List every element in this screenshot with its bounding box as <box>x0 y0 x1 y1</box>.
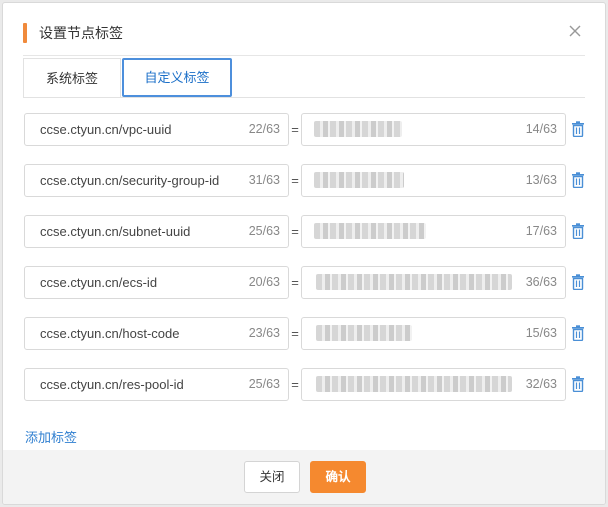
redacted-value <box>316 376 512 392</box>
label-key-input[interactable]: ccse.ctyun.cn/ecs-id 20/63 <box>24 266 289 299</box>
tabs-divider <box>23 97 585 98</box>
trash-icon[interactable] <box>571 223 585 239</box>
header-divider <box>23 55 585 56</box>
equals-sign: = <box>291 275 299 290</box>
trash-icon[interactable] <box>571 376 585 392</box>
equals-sign: = <box>291 173 299 188</box>
label-tabs: 系统标签 自定义标签 <box>23 58 587 98</box>
redacted-value <box>316 274 512 290</box>
confirm-button[interactable]: 确认 <box>310 461 366 493</box>
set-node-labels-dialog: 设置节点标签 系统标签 自定义标签 ccse.ctyun.cn/vpc-uuid… <box>2 2 606 505</box>
label-row: ccse.ctyun.cn/subnet-uuid 25/63 = 17/63 <box>24 215 584 248</box>
redacted-value <box>314 121 402 137</box>
dialog-footer: 关闭 确认 <box>3 450 605 504</box>
label-value-input[interactable]: 14/63 <box>301 113 566 146</box>
label-row: ccse.ctyun.cn/ecs-id 20/63 = 36/63 <box>24 266 584 299</box>
label-row: ccse.ctyun.cn/host-code 23/63 = 15/63 <box>24 317 584 350</box>
label-key-input[interactable]: ccse.ctyun.cn/subnet-uuid 25/63 <box>24 215 289 248</box>
label-key-count: 31/63 <box>248 173 280 187</box>
label-key-count: 25/63 <box>248 377 280 391</box>
label-key-text: ccse.ctyun.cn/security-group-id <box>40 173 220 188</box>
label-value-input[interactable]: 13/63 <box>301 164 566 197</box>
label-key-input[interactable]: ccse.ctyun.cn/security-group-id 31/63 <box>24 164 289 197</box>
label-key-text: ccse.ctyun.cn/vpc-uuid <box>40 122 172 137</box>
label-key-count: 20/63 <box>248 275 280 289</box>
trash-icon[interactable] <box>571 274 585 290</box>
label-value-input[interactable]: 36/63 <box>301 266 566 299</box>
label-key-count: 22/63 <box>248 122 280 136</box>
label-value-count: 15/63 <box>525 326 557 340</box>
equals-sign: = <box>291 326 299 341</box>
tab-custom-labels[interactable]: 自定义标签 <box>122 58 232 97</box>
label-key-text: ccse.ctyun.cn/res-pool-id <box>40 377 184 392</box>
title-accent-bar <box>23 23 27 43</box>
label-value-count: 36/63 <box>525 275 557 289</box>
close-icon[interactable] <box>565 21 585 41</box>
label-row: ccse.ctyun.cn/vpc-uuid 22/63 = 14/63 <box>24 113 584 146</box>
label-key-count: 23/63 <box>248 326 280 340</box>
close-button[interactable]: 关闭 <box>244 461 300 493</box>
redacted-value <box>316 325 412 341</box>
dialog-header: 设置节点标签 <box>3 3 605 55</box>
label-value-count: 13/63 <box>525 173 557 187</box>
label-row: ccse.ctyun.cn/security-group-id 31/63 = … <box>24 164 584 197</box>
label-key-text: ccse.ctyun.cn/subnet-uuid <box>40 224 191 239</box>
label-row: ccse.ctyun.cn/res-pool-id 25/63 = 32/63 <box>24 368 584 401</box>
trash-icon[interactable] <box>571 325 585 341</box>
label-key-text: ccse.ctyun.cn/ecs-id <box>40 275 158 290</box>
trash-icon[interactable] <box>571 172 585 188</box>
label-value-input[interactable]: 17/63 <box>301 215 566 248</box>
tab-system-labels[interactable]: 系统标签 <box>23 58 121 97</box>
label-value-count: 32/63 <box>525 377 557 391</box>
label-key-count: 25/63 <box>248 224 280 238</box>
redacted-value <box>314 172 404 188</box>
label-key-text: ccse.ctyun.cn/host-code <box>40 326 180 341</box>
redacted-value <box>314 223 426 239</box>
label-value-count: 17/63 <box>525 224 557 238</box>
equals-sign: = <box>291 224 299 239</box>
label-key-input[interactable]: ccse.ctyun.cn/vpc-uuid 22/63 <box>24 113 289 146</box>
trash-icon[interactable] <box>571 121 585 137</box>
label-key-input[interactable]: ccse.ctyun.cn/host-code 23/63 <box>24 317 289 350</box>
label-value-input[interactable]: 32/63 <box>301 368 566 401</box>
add-label-link[interactable]: 添加标签 <box>25 427 77 446</box>
equals-sign: = <box>291 377 299 392</box>
label-value-input[interactable]: 15/63 <box>301 317 566 350</box>
dialog-title: 设置节点标签 <box>39 25 123 41</box>
label-value-count: 14/63 <box>525 122 557 136</box>
equals-sign: = <box>291 122 299 137</box>
label-key-input[interactable]: ccse.ctyun.cn/res-pool-id 25/63 <box>24 368 289 401</box>
